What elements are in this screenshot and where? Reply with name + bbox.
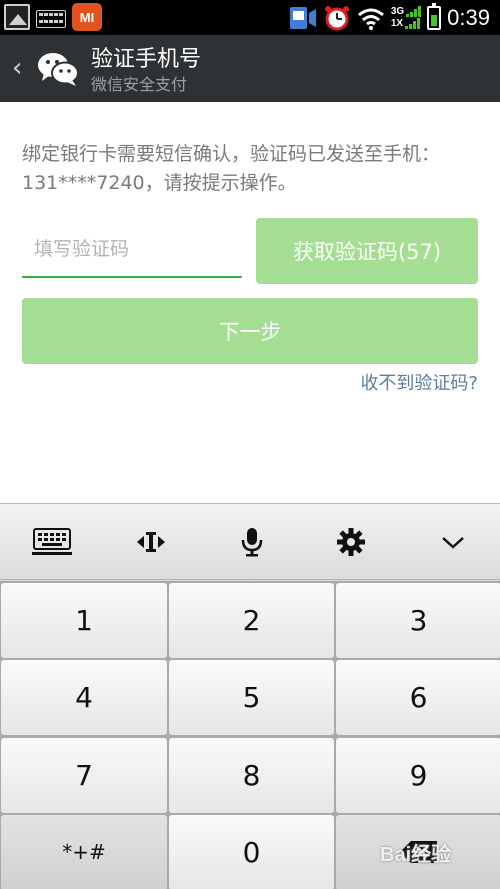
- cursor-move-icon[interactable]: [131, 526, 171, 558]
- status-notifications: MI: [4, 3, 102, 31]
- status-indicators: 3G 1X 0:39: [289, 2, 490, 33]
- no-code-received-link[interactable]: 收不到验证码?: [360, 369, 478, 395]
- key-6[interactable]: 6: [336, 660, 500, 736]
- key-symbols[interactable]: *+#: [1, 814, 167, 889]
- chevron-down-icon[interactable]: [433, 526, 473, 558]
- keyboard-icon[interactable]: [32, 526, 72, 558]
- key-1[interactable]: 1: [1, 583, 167, 658]
- page-title: 验证手机号: [91, 47, 202, 72]
- back-button[interactable]: ‹: [12, 53, 22, 83]
- keyboard-notification-icon: [36, 10, 66, 28]
- key-5[interactable]: 5: [169, 660, 334, 736]
- keyboard-toolbar: [0, 504, 500, 580]
- wechat-logo-icon: [38, 53, 79, 86]
- network-3g-label: 3G: [390, 6, 405, 17]
- key-4[interactable]: 4: [1, 660, 167, 736]
- clock-time: 0:39: [447, 4, 490, 30]
- app-header: ‹ 验证手机号 微信安全支付: [0, 35, 500, 102]
- verification-code-input[interactable]: [22, 222, 242, 278]
- key-2[interactable]: 2: [169, 583, 334, 658]
- mi-app-icon: MI: [72, 3, 102, 31]
- network-1x-label: 1X: [390, 18, 404, 29]
- key-8[interactable]: 8: [169, 737, 334, 813]
- page-subtitle: 微信安全支付: [91, 75, 188, 94]
- microphone-icon[interactable]: [232, 526, 272, 558]
- signal-bars-icon: [405, 18, 421, 29]
- sms-confirmation-text: 绑定银行卡需要短信确认，验证码已发送至手机：131****7240，请按提示操作…: [22, 143, 441, 194]
- cellular-signal: 3G 1X: [390, 6, 422, 29]
- baidu-watermark: Bai经验: [380, 844, 452, 866]
- key-0[interactable]: 0: [169, 814, 334, 889]
- next-step-button[interactable]: 下一步: [22, 298, 478, 364]
- wifi-icon: [357, 8, 384, 30]
- status-bar: MI 3G 1X 0:39: [0, 0, 500, 35]
- image-notification-icon: [4, 4, 30, 30]
- battery-charging-icon: [427, 2, 442, 30]
- alarm-clock-icon: [324, 5, 349, 30]
- video-call-icon: [289, 6, 316, 29]
- key-7[interactable]: 7: [1, 737, 167, 813]
- numeric-keyboard: 1 2 3 4 5 6 7 8 9 *+# 0: [0, 503, 500, 889]
- get-verification-code-button[interactable]: 获取验证码(57): [256, 218, 478, 284]
- key-9[interactable]: 9: [336, 737, 500, 813]
- signal-bars-icon: [406, 6, 422, 17]
- gear-icon[interactable]: [331, 526, 371, 558]
- key-3[interactable]: 3: [336, 583, 500, 658]
